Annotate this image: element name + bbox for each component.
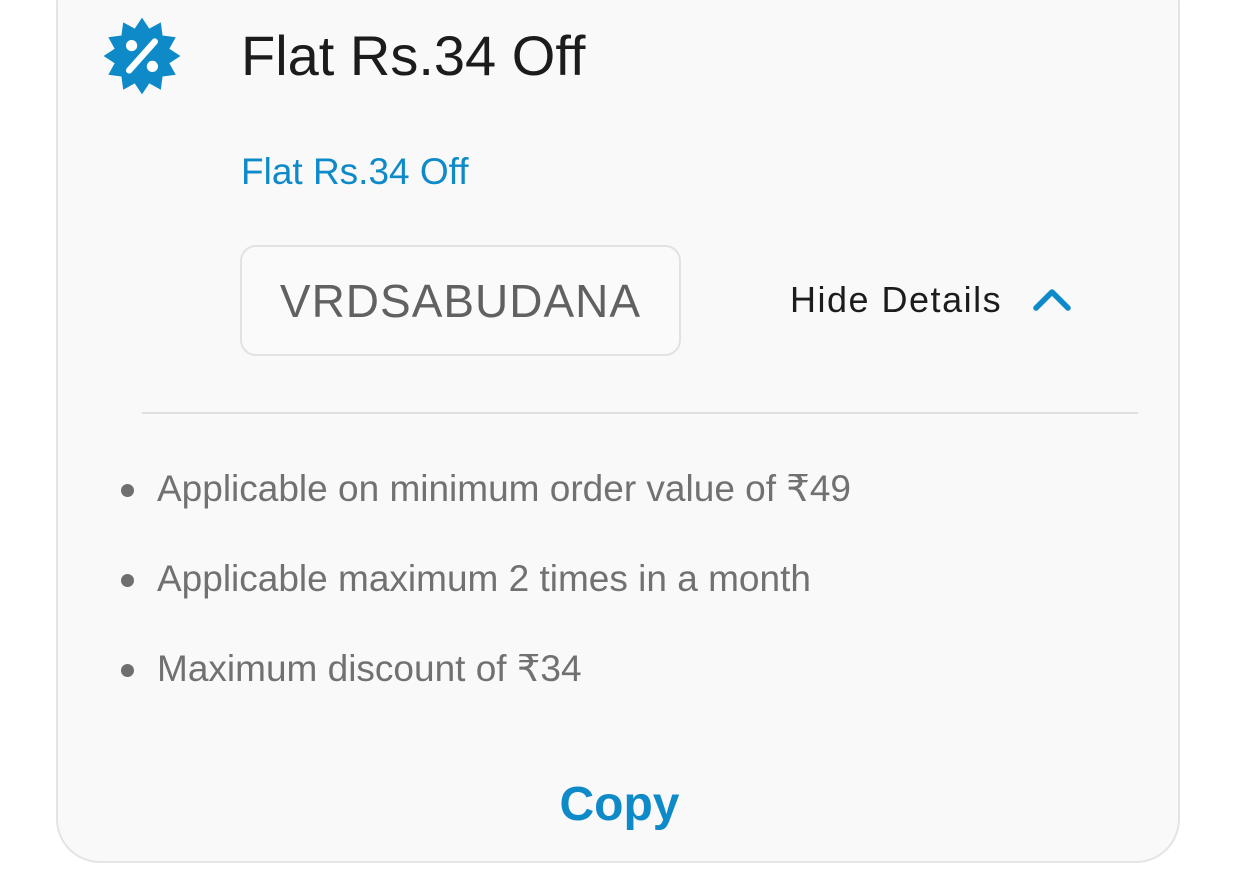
hide-details-label: Hide Details xyxy=(790,279,1003,320)
copy-button-label: Copy xyxy=(559,778,680,831)
bullet-icon xyxy=(121,664,134,677)
coupon-code-box[interactable]: VRDSABUDANA xyxy=(240,245,681,356)
coupon-code: VRDSABUDANA xyxy=(279,274,642,327)
offer-title: Flat Rs.34 Off xyxy=(241,24,586,87)
term-text: Applicable maximum 2 times in a month xyxy=(157,558,811,599)
copy-button[interactable]: Copy xyxy=(0,770,1239,840)
terms-list-item: Applicable maximum 2 times in a month xyxy=(120,554,851,644)
bullet-icon xyxy=(121,484,134,497)
term-text: Maximum discount of ₹34 xyxy=(157,648,582,689)
chevron-up-icon xyxy=(1033,289,1071,311)
terms-list: Applicable on minimum order value of ₹49… xyxy=(120,464,851,734)
offer-subtitle: Flat Rs.34 Off xyxy=(241,151,469,192)
discount-percent-badge-icon xyxy=(103,17,181,95)
hide-details-toggle[interactable]: Hide Details xyxy=(790,275,1072,325)
term-text: Applicable on minimum order value of ₹49 xyxy=(157,468,852,509)
bullet-icon xyxy=(121,574,134,587)
terms-list-item: Maximum discount of ₹34 xyxy=(120,644,851,734)
divider xyxy=(142,412,1138,414)
terms-list-item: Applicable on minimum order value of ₹49 xyxy=(120,464,851,554)
